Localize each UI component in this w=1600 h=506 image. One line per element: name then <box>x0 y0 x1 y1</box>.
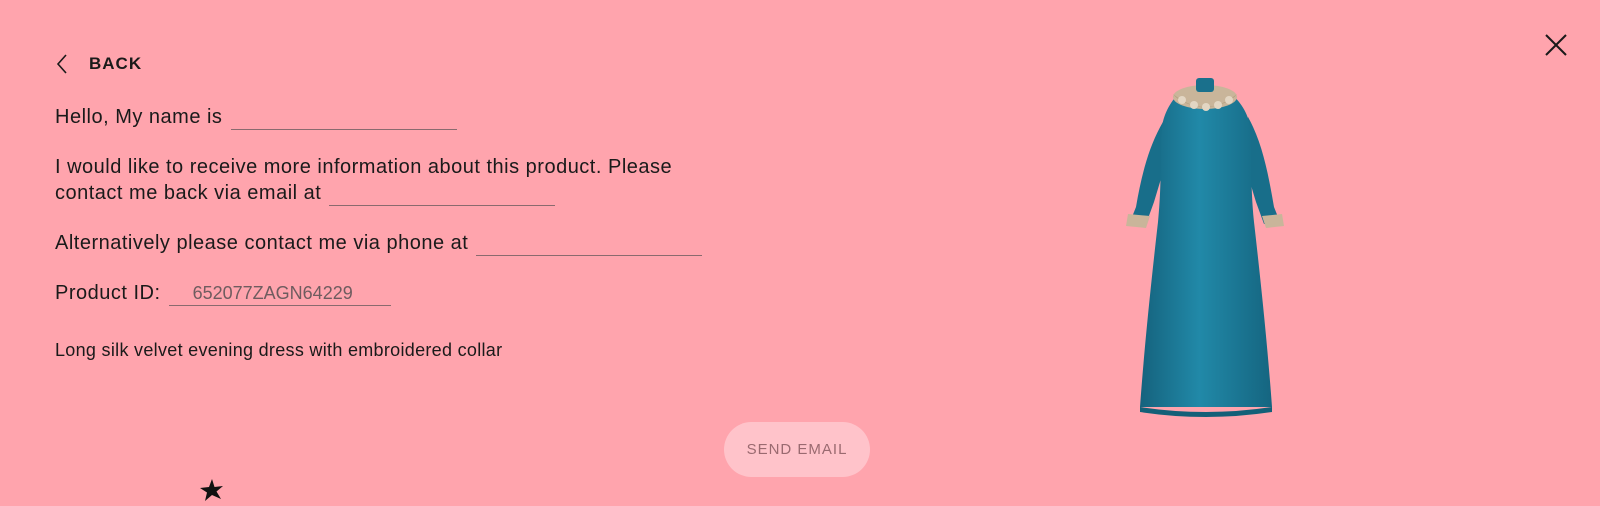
product-id-label: Product ID: <box>55 282 161 304</box>
phone-input[interactable] <box>476 232 703 256</box>
email-input[interactable] <box>329 182 556 206</box>
back-label: BACK <box>89 54 143 73</box>
name-input[interactable] <box>230 106 457 130</box>
name-line: Hello, My name is <box>55 104 457 130</box>
email-prefix-line1: I would like to receive more information… <box>55 156 673 178</box>
phone-line: Alternatively please contact me via phon… <box>55 230 703 256</box>
chevron-left-icon <box>56 54 67 74</box>
email-line: I would like to receive more information… <box>55 154 672 206</box>
phone-prefix: Alternatively please contact me via phon… <box>55 232 469 254</box>
close-icon <box>1545 34 1567 56</box>
product-description: Long silk velvet evening dress with embr… <box>55 340 503 360</box>
dress-image <box>1126 78 1284 417</box>
email-prefix-line2: contact me back via email at <box>55 182 322 204</box>
back-button[interactable]: BACK <box>55 52 142 76</box>
send-email-button[interactable]: SEND EMAIL <box>724 422 870 477</box>
close-button[interactable] <box>1541 30 1571 60</box>
product-id-line: Product ID: <box>55 280 391 306</box>
cursor-star-icon <box>200 479 223 501</box>
name-prefix: Hello, My name is <box>55 106 223 128</box>
product-id-input[interactable] <box>168 282 391 306</box>
